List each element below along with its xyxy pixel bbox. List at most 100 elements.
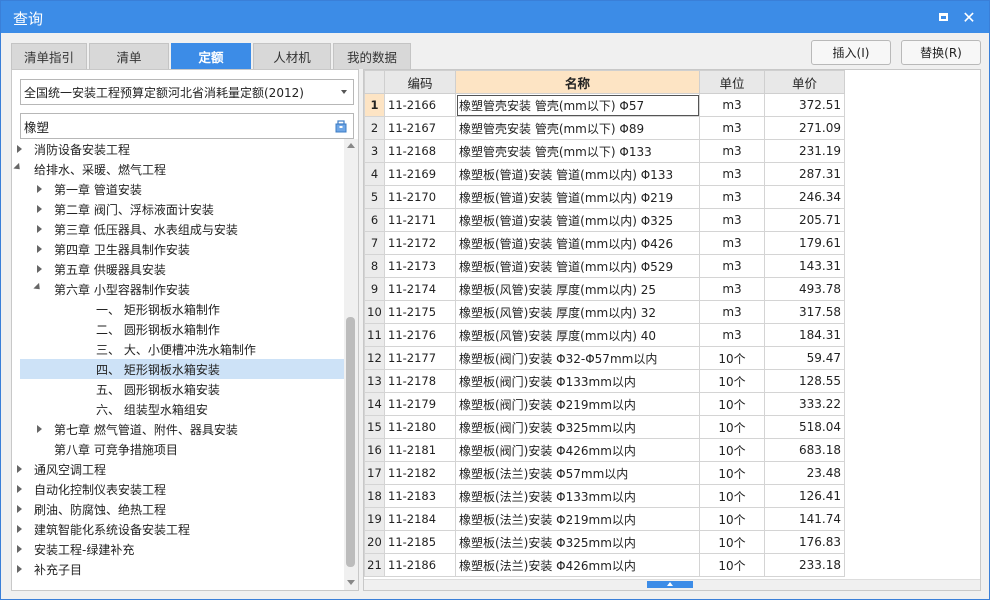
unit-cell[interactable]: 10个 <box>699 346 765 370</box>
scroll-up-icon[interactable] <box>347 143 355 148</box>
quota-library-select[interactable]: 全国统一安装工程预算定额河北省消耗量定额(2012) <box>20 79 354 105</box>
name-cell[interactable]: 橡塑板(风管)安装 厚度(mm以内) 32 <box>455 300 700 324</box>
row-number[interactable]: 8 <box>364 254 385 278</box>
price-cell[interactable]: 287.31 <box>764 162 845 186</box>
unit-cell[interactable]: 10个 <box>699 484 765 508</box>
table-scrollbar[interactable] <box>364 579 980 590</box>
row-number[interactable]: 1 <box>364 93 385 117</box>
table-row[interactable]: 21 11-2186 橡塑板(法兰)安装 Φ426mm以内 10个 233.18 <box>364 553 845 577</box>
unit-cell[interactable]: m3 <box>699 93 765 117</box>
header-price[interactable]: 单价 <box>764 70 845 94</box>
header-code[interactable]: 编码 <box>384 70 456 94</box>
code-cell[interactable]: 11-2169 <box>384 162 456 186</box>
name-cell[interactable]: 橡塑板(风管)安装 厚度(mm以内) 25 <box>455 277 700 301</box>
tree-node[interactable]: 通风空调工程 <box>17 459 344 479</box>
code-cell[interactable]: 11-2172 <box>384 231 456 255</box>
table-row[interactable]: 5 11-2170 橡塑板(管道)安装 管道(mm以内) Φ219 m3 246.34 <box>364 185 845 209</box>
tree-node[interactable]: 三、 大、小便槽冲洗水箱制作 <box>20 339 344 359</box>
unit-cell[interactable]: m3 <box>699 162 765 186</box>
collapsed-arrow-icon[interactable] <box>17 525 22 533</box>
unit-cell[interactable]: 10个 <box>699 507 765 531</box>
tree-node[interactable]: 第四章 卫生器具制作安装 <box>20 239 344 259</box>
price-cell[interactable]: 683.18 <box>764 438 845 462</box>
price-cell[interactable]: 518.04 <box>764 415 845 439</box>
maximize-button[interactable] <box>933 7 953 27</box>
price-cell[interactable]: 143.31 <box>764 254 845 278</box>
table-row[interactable]: 4 11-2169 橡塑板(管道)安装 管道(mm以内) Φ133 m3 287.31 <box>364 162 845 186</box>
name-cell[interactable]: 橡塑管壳安装 管壳(mm以下) Φ133 <box>455 139 700 163</box>
tree-node[interactable]: 第三章 低压器具、水表组成与安装 <box>20 219 344 239</box>
tab-my-data[interactable]: 我的数据 <box>333 43 411 69</box>
code-cell[interactable]: 11-2174 <box>384 277 456 301</box>
unit-cell[interactable]: 10个 <box>699 461 765 485</box>
table-row[interactable]: 14 11-2179 橡塑板(阀门)安装 Φ219mm以内 10个 333.22 <box>364 392 845 416</box>
price-cell[interactable]: 333.22 <box>764 392 845 416</box>
row-number[interactable]: 20 <box>364 530 385 554</box>
row-number[interactable]: 14 <box>364 392 385 416</box>
row-number[interactable]: 17 <box>364 461 385 485</box>
unit-cell[interactable]: m3 <box>699 208 765 232</box>
code-cell[interactable]: 11-2183 <box>384 484 456 508</box>
name-cell[interactable]: 橡塑板(阀门)安装 Φ32-Φ57mm以内 <box>455 346 700 370</box>
name-cell[interactable]: 橡塑板(阀门)安装 Φ426mm以内 <box>455 438 700 462</box>
collapsed-arrow-icon[interactable] <box>17 465 22 473</box>
table-row[interactable]: 16 11-2181 橡塑板(阀门)安装 Φ426mm以内 10个 683.18 <box>364 438 845 462</box>
table-row[interactable]: 8 11-2173 橡塑板(管道)安装 管道(mm以内) Φ529 m3 143.31 <box>364 254 845 278</box>
price-cell[interactable]: 493.78 <box>764 277 845 301</box>
tree-node[interactable]: 消防设备安装工程 <box>17 139 344 159</box>
tree-node[interactable]: 第八章 可竞争措施项目 <box>20 439 344 459</box>
price-cell[interactable]: 231.19 <box>764 139 845 163</box>
table-row[interactable]: 17 11-2182 橡塑板(法兰)安装 Φ57mm以内 10个 23.48 <box>364 461 845 485</box>
collapsed-arrow-icon[interactable] <box>17 485 22 493</box>
search-input[interactable]: 橡塑 <box>20 113 354 139</box>
collapsed-arrow-icon[interactable] <box>17 545 22 553</box>
tab-bill-guide[interactable]: 清单指引 <box>11 43 87 69</box>
unit-cell[interactable]: 10个 <box>699 530 765 554</box>
price-cell[interactable]: 271.09 <box>764 116 845 140</box>
expanded-arrow-icon[interactable] <box>33 282 43 293</box>
price-cell[interactable]: 128.55 <box>764 369 845 393</box>
row-number[interactable]: 6 <box>364 208 385 232</box>
unit-cell[interactable]: 10个 <box>699 392 765 416</box>
row-number[interactable]: 13 <box>364 369 385 393</box>
name-cell[interactable]: 橡塑管壳安装 管壳(mm以下) Φ57 <box>455 93 700 117</box>
tree-node[interactable]: 第六章 小型容器制作安装 <box>20 279 344 299</box>
row-number[interactable]: 18 <box>364 484 385 508</box>
price-cell[interactable]: 23.48 <box>764 461 845 485</box>
name-cell[interactable]: 橡塑板(法兰)安装 Φ219mm以内 <box>455 507 700 531</box>
row-number[interactable]: 5 <box>364 185 385 209</box>
code-cell[interactable]: 11-2184 <box>384 507 456 531</box>
row-number[interactable]: 21 <box>364 553 385 577</box>
tree-node[interactable]: 补充子目 <box>17 559 344 579</box>
tab-quota[interactable]: 定额 <box>171 43 251 69</box>
price-cell[interactable]: 126.41 <box>764 484 845 508</box>
tree-node[interactable]: 五、 圆形钢板水箱安装 <box>20 379 344 399</box>
header-unit[interactable]: 单位 <box>699 70 765 94</box>
row-number[interactable]: 19 <box>364 507 385 531</box>
collapsed-arrow-icon[interactable] <box>17 145 22 153</box>
collapsed-arrow-icon[interactable] <box>37 225 42 233</box>
unit-cell[interactable]: m3 <box>699 254 765 278</box>
unit-cell[interactable]: m3 <box>699 300 765 324</box>
header-name[interactable]: 名称 <box>455 70 700 94</box>
close-button[interactable]: ✕ <box>959 7 979 27</box>
table-row[interactable]: 2 11-2167 橡塑管壳安装 管壳(mm以下) Φ89 m3 271.09 <box>364 116 845 140</box>
unit-cell[interactable]: m3 <box>699 185 765 209</box>
table-row[interactable]: 1 11-2166 橡塑管壳安装 管壳(mm以下) Φ57 m3 372.51 <box>364 93 845 117</box>
table-row[interactable]: 20 11-2185 橡塑板(法兰)安装 Φ325mm以内 10个 176.83 <box>364 530 845 554</box>
tree-scrollbar[interactable] <box>344 139 358 590</box>
price-cell[interactable]: 205.71 <box>764 208 845 232</box>
name-cell[interactable]: 橡塑板(管道)安装 管道(mm以内) Φ529 <box>455 254 700 278</box>
tree-node[interactable]: 第五章 供暖器具安装 <box>20 259 344 279</box>
row-number[interactable]: 4 <box>364 162 385 186</box>
price-cell[interactable]: 141.74 <box>764 507 845 531</box>
code-cell[interactable]: 11-2176 <box>384 323 456 347</box>
code-cell[interactable]: 11-2185 <box>384 530 456 554</box>
tree-node[interactable]: 给排水、采暖、燃气工程 <box>13 159 344 179</box>
price-cell[interactable]: 233.18 <box>764 553 845 577</box>
collapsed-arrow-icon[interactable] <box>17 505 22 513</box>
code-cell[interactable]: 11-2182 <box>384 461 456 485</box>
unit-cell[interactable]: 10个 <box>699 553 765 577</box>
table-row[interactable]: 3 11-2168 橡塑管壳安装 管壳(mm以下) Φ133 m3 231.19 <box>364 139 845 163</box>
expanded-arrow-icon[interactable] <box>13 162 23 173</box>
